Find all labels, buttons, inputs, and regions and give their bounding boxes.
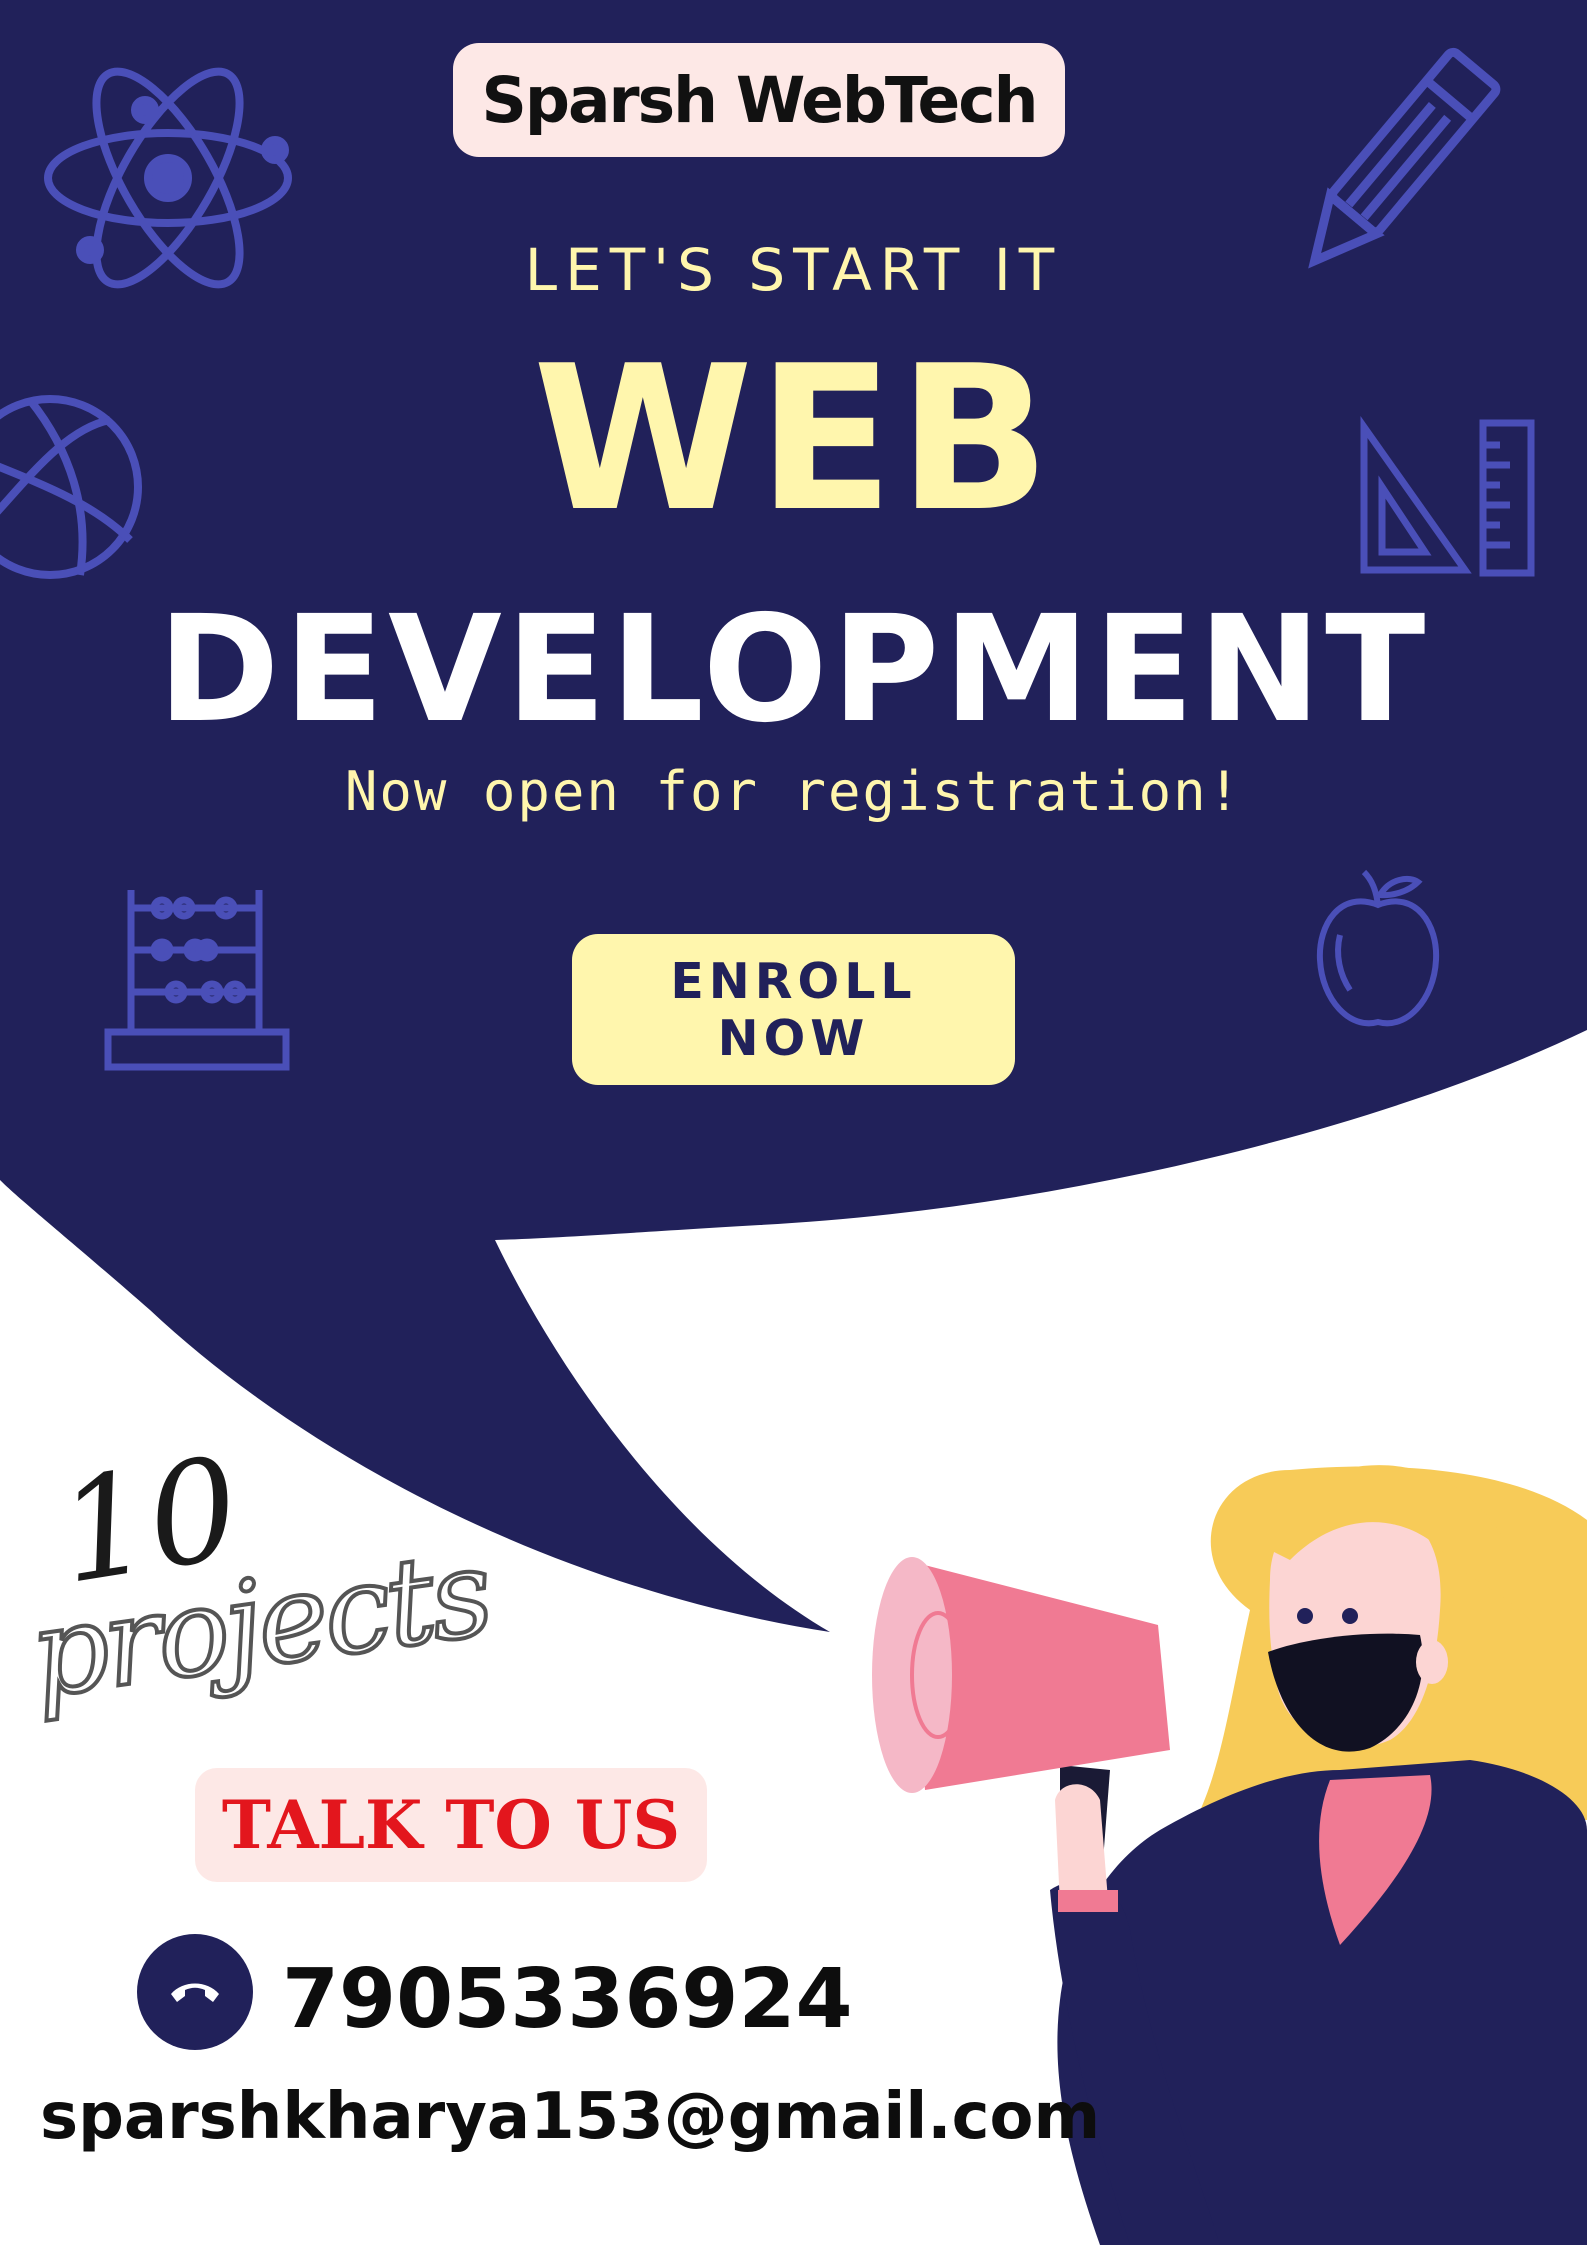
poster: Sparsh WebTech LET'S START IT WEB DEVELO…: [0, 0, 1587, 2245]
talk-to-us-button[interactable]: TALK TO US: [195, 1768, 707, 1882]
email-address[interactable]: sparshkharya153@gmail.com: [40, 2077, 1100, 2157]
title-development: DEVELOPMENT: [157, 584, 1430, 755]
brand-badge: Sparsh WebTech: [453, 43, 1065, 157]
kicker-text: LET'S START IT: [524, 236, 1063, 304]
phone-glyph: [171, 1983, 219, 2002]
brand-name: Sparsh WebTech: [481, 63, 1039, 137]
woman-illustration: [1050, 1465, 1587, 2245]
enroll-now-button[interactable]: ENROLL NOW: [572, 934, 1015, 1085]
title-web: WEB: [532, 323, 1055, 556]
enroll-now-label: ENROLL NOW: [670, 952, 917, 1067]
talk-to-us-label: TALK TO US: [221, 1786, 681, 1864]
phone-number[interactable]: 7905336924: [282, 1952, 853, 2048]
phone-icon[interactable]: [137, 1934, 253, 2050]
megaphone-icon: [872, 1557, 1170, 1900]
subtitle: Now open for registration!: [344, 760, 1243, 823]
